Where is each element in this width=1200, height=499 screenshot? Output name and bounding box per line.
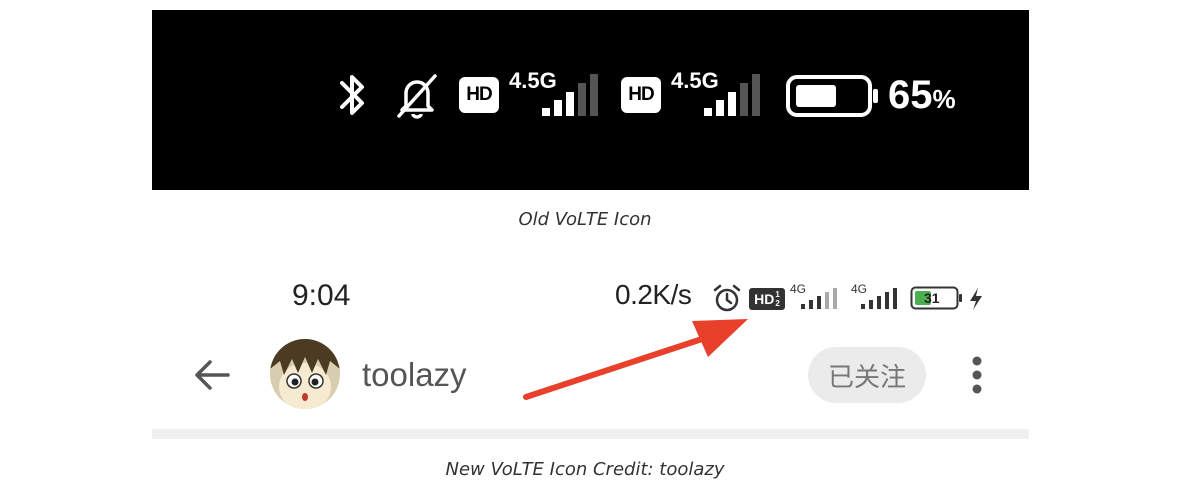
follow-button[interactable]: 已关注 <box>808 347 926 403</box>
back-arrow-icon[interactable] <box>192 355 232 395</box>
hd-badge-2: HD <box>621 77 661 113</box>
battery-percent-value: 65 <box>888 73 933 117</box>
new-volte-screenshot: 9:04 0.2K/s HD 1 2 4G 4G 31 toolazy 已关注 <box>152 263 1029 439</box>
battery-level-text: 31 <box>924 290 940 306</box>
avatar[interactable] <box>270 339 340 409</box>
caption-old: Old VoLTE Icon <box>518 209 652 230</box>
battery-percent: 65% <box>888 73 956 118</box>
hd-sub-top: 1 <box>775 290 780 299</box>
content-divider <box>152 429 1029 439</box>
hd-badge-new: HD 1 2 <box>749 288 785 310</box>
signal-icon <box>801 288 837 309</box>
battery-percent-symbol: % <box>932 84 956 114</box>
signal-icon <box>861 288 897 309</box>
network-speed: 0.2K/s <box>615 279 692 310</box>
signal-icon <box>542 74 598 116</box>
more-vert-icon[interactable] <box>966 355 988 395</box>
annotation-arrow <box>523 319 748 400</box>
signal-icon <box>704 74 760 116</box>
status-time: 9:04 <box>292 279 351 312</box>
charging-icon <box>970 288 982 310</box>
alarm-icon <box>713 284 741 312</box>
hd-badge-sub: 1 2 <box>775 290 779 308</box>
hd-badge-text: HD <box>754 291 775 307</box>
hd-sub-bottom: 2 <box>775 299 780 308</box>
bell-off-icon <box>397 74 437 119</box>
hd-badge-1: HD <box>459 77 499 113</box>
battery-icon <box>786 75 878 117</box>
caption-new: New VoLTE Icon Credit: toolazy <box>445 459 725 480</box>
username[interactable]: toolazy <box>362 356 467 394</box>
old-volte-statusbar: HD 4.5G HD 4.5G 65% <box>152 10 1029 190</box>
bluetooth-icon <box>340 75 364 115</box>
